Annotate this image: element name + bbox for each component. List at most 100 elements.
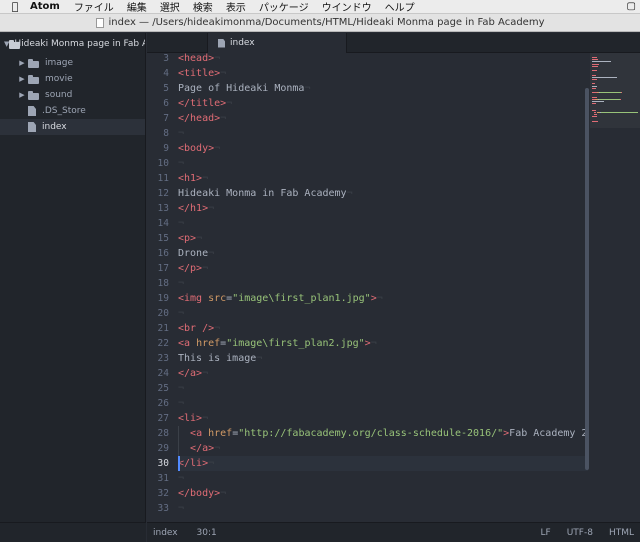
code-line[interactable]: </li>¬: [178, 456, 588, 471]
code-line[interactable]: ¬: [178, 306, 184, 321]
status-cursor-position[interactable]: 30:1: [197, 528, 217, 538]
chevron-right-icon[interactable]: ▶: [16, 75, 28, 83]
code-line[interactable]: <a href="image\first_plan2.jpg">¬: [178, 336, 377, 351]
line-number[interactable]: 28: [147, 426, 169, 441]
code-line[interactable]: ¬: [178, 396, 184, 411]
line-number[interactable]: 6: [147, 96, 169, 111]
code-line[interactable]: ¬: [178, 381, 184, 396]
status-encoding[interactable]: UTF-8: [567, 528, 593, 538]
code-line[interactable]: <br />¬: [178, 321, 220, 336]
code-line[interactable]: Page of Hideaki Monma¬: [178, 81, 310, 96]
line-number[interactable]: 22: [147, 336, 169, 351]
line-number[interactable]: 11: [147, 171, 169, 186]
apple-icon[interactable]: : [0, 0, 30, 13]
chevron-right-icon[interactable]: ▶: [16, 91, 28, 99]
line-number[interactable]: 20: [147, 306, 169, 321]
line-number[interactable]: 21: [147, 321, 169, 336]
line-number[interactable]: 33: [147, 501, 169, 516]
menu-window[interactable]: ウインドウ: [322, 0, 372, 14]
tree-item-sound[interactable]: ▶ sound: [0, 87, 145, 103]
menu-packages[interactable]: パッケージ: [259, 0, 309, 14]
minimap-line: [601, 112, 638, 113]
line-number[interactable]: 31: [147, 471, 169, 486]
tree-view: ▼ Hideaki Monma page in Fab Academy ▶ im…: [0, 33, 146, 542]
app-menu[interactable]: Atom: [30, 1, 60, 12]
code-line[interactable]: </a>¬: [178, 366, 208, 381]
code-line[interactable]: ¬: [178, 501, 184, 516]
code-token: <title>: [178, 68, 221, 79]
menu-selection[interactable]: 選択: [160, 0, 180, 14]
code-line[interactable]: <li>¬: [178, 411, 208, 426]
line-number[interactable]: 9: [147, 141, 169, 156]
eol-marker: ¬: [208, 248, 215, 259]
code-line[interactable]: Drone¬: [178, 246, 214, 261]
line-number[interactable]: 25: [147, 381, 169, 396]
tree-item-index[interactable]: index: [0, 119, 145, 135]
code-line[interactable]: ¬: [178, 216, 184, 231]
menu-file[interactable]: ファイル: [74, 0, 114, 14]
code-line[interactable]: ¬: [178, 156, 184, 171]
tree-item-ds-store[interactable]: .DS_Store: [0, 103, 145, 119]
code-line[interactable]: <body>¬: [178, 141, 220, 156]
code-token: Page of Hideaki Monma: [178, 83, 305, 94]
status-grammar[interactable]: HTML: [609, 528, 634, 538]
line-number[interactable]: 14: [147, 216, 169, 231]
line-number[interactable]: 32: [147, 486, 169, 501]
tree-item-image[interactable]: ▶ image: [0, 55, 145, 71]
code-line[interactable]: <p>¬: [178, 231, 202, 246]
line-number[interactable]: 30: [147, 456, 169, 471]
status-line-ending[interactable]: LF: [541, 528, 551, 538]
code-line[interactable]: <h1>¬: [178, 171, 208, 186]
line-number[interactable]: 18: [147, 276, 169, 291]
line-number[interactable]: 12: [147, 186, 169, 201]
code-token: </li>: [178, 458, 209, 469]
code-line[interactable]: <img src="image\first_plan1.jpg">¬: [178, 291, 383, 306]
line-number[interactable]: 24: [147, 366, 169, 381]
menu-view[interactable]: 表示: [226, 0, 246, 14]
menu-edit[interactable]: 編集: [127, 0, 147, 14]
code-line[interactable]: Hideaki Monma in Fab Academy¬: [178, 186, 353, 201]
vertical-scrollbar[interactable]: [585, 88, 589, 470]
code-line[interactable]: </body>¬: [178, 486, 226, 501]
tab-index[interactable]: index: [207, 33, 347, 53]
line-number[interactable]: 26: [147, 396, 169, 411]
code-line[interactable]: <a href="http://fabacademy.org/class-sch…: [178, 426, 588, 441]
code-area[interactable]: <head>¬ <title>¬ Page of Hideaki Monma¬ </t…: [178, 53, 588, 522]
menu-help[interactable]: ヘルプ: [385, 0, 415, 14]
code-line[interactable]: <head>¬: [178, 53, 220, 66]
tree-root[interactable]: ▼ Hideaki Monma page in Fab Academy: [0, 33, 145, 55]
line-number[interactable]: 23: [147, 351, 169, 366]
line-number[interactable]: 27: [147, 411, 169, 426]
line-number-gutter[interactable]: 3 4 5 6 7 8 9 10 11 12 13 14 15 16 17 18 19 20 21 22 23 24 25 2…: [147, 53, 169, 522]
line-number[interactable]: 4: [147, 66, 169, 81]
line-number[interactable]: 29: [147, 441, 169, 456]
minimap[interactable]: [590, 53, 640, 522]
tree-item-movie[interactable]: ▶ movie: [0, 71, 145, 87]
code-line[interactable]: </h1>¬: [178, 201, 214, 216]
code-line[interactable]: This is image¬: [178, 351, 262, 366]
line-number[interactable]: 17: [147, 261, 169, 276]
menubar-extra-icon[interactable]: ▢: [627, 1, 636, 12]
line-number[interactable]: 16: [147, 246, 169, 261]
menu-find[interactable]: 検索: [193, 0, 213, 14]
line-number[interactable]: 10: [147, 156, 169, 171]
line-number[interactable]: 13: [147, 201, 169, 216]
line-number[interactable]: 15: [147, 231, 169, 246]
line-number[interactable]: 8: [147, 126, 169, 141]
line-number[interactable]: 3: [147, 53, 169, 66]
chevron-right-icon[interactable]: ▶: [16, 59, 28, 67]
file-icon: [28, 122, 36, 132]
code-line[interactable]: </title>¬: [178, 96, 232, 111]
code-line[interactable]: </a>¬: [178, 441, 220, 456]
editor-pane[interactable]: 3 4 5 6 7 8 9 10 11 12 13 14 15 16 17 18 19 20 21 22 23 24 25 2…: [147, 53, 640, 522]
status-file-name[interactable]: index: [153, 528, 178, 538]
code-line[interactable]: </head>¬: [178, 111, 226, 126]
code-line[interactable]: ¬: [178, 471, 184, 486]
code-line[interactable]: <title>¬: [178, 66, 226, 81]
line-number[interactable]: 19: [147, 291, 169, 306]
code-line[interactable]: ¬: [178, 276, 184, 291]
line-number[interactable]: 7: [147, 111, 169, 126]
code-line[interactable]: </p>¬: [178, 261, 208, 276]
line-number[interactable]: 5: [147, 81, 169, 96]
code-line[interactable]: ¬: [178, 126, 184, 141]
